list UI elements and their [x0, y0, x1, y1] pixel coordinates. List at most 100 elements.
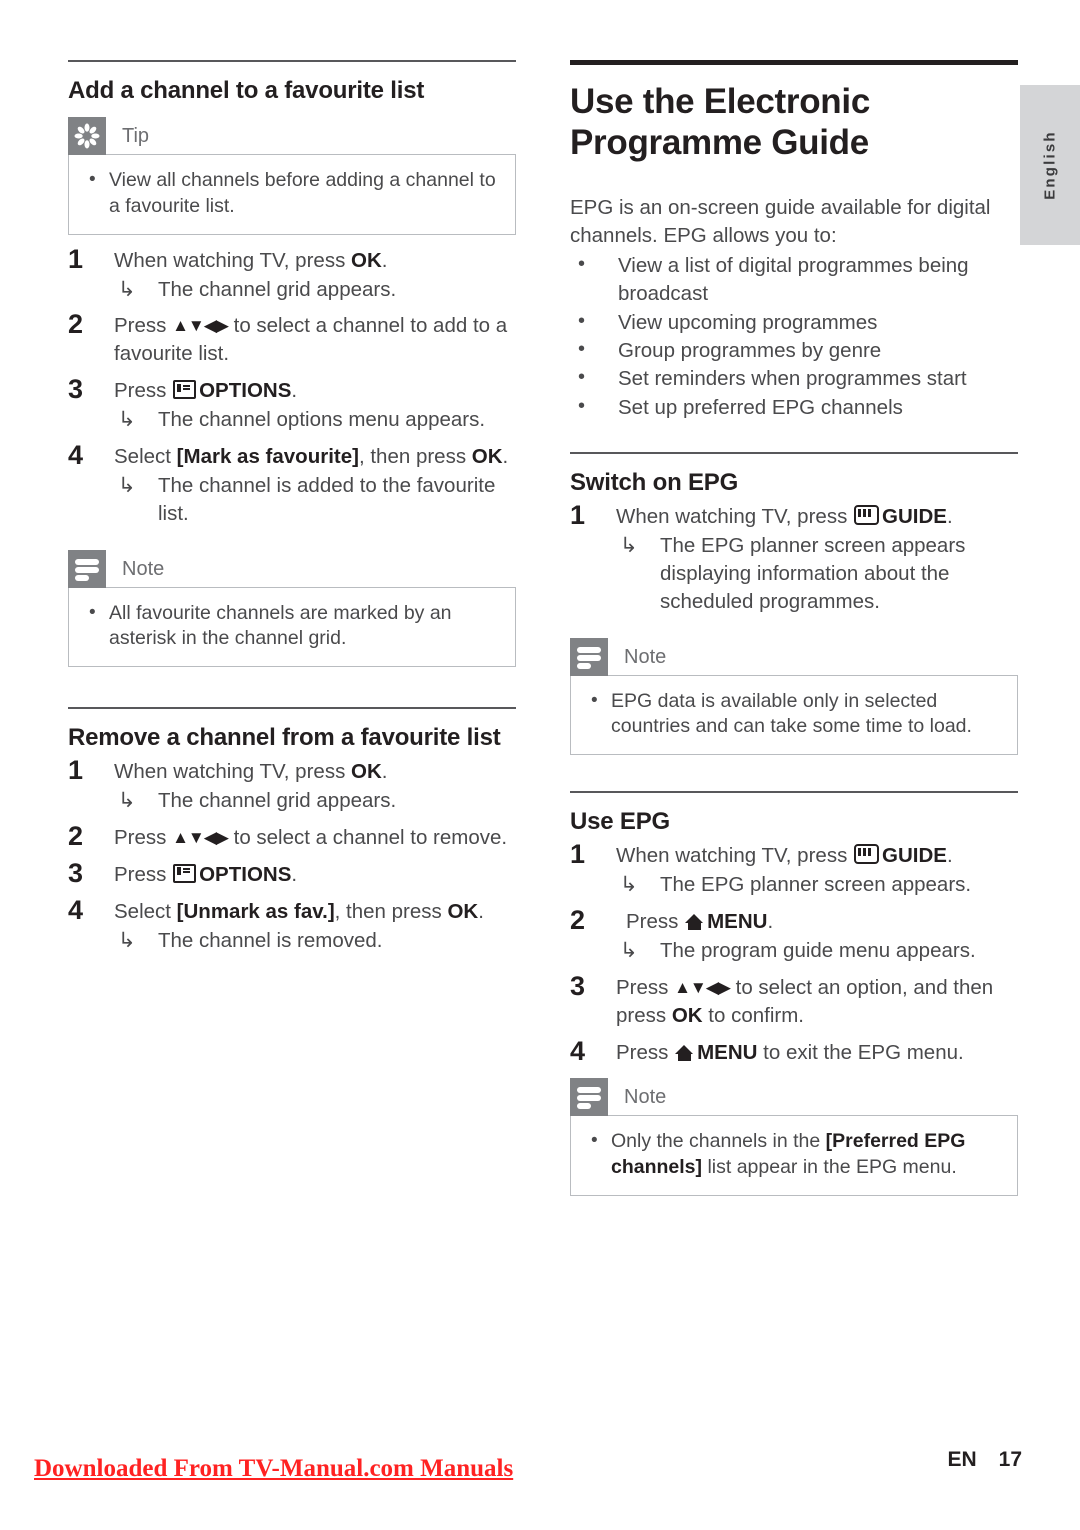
step-text: Press ▲▼◀▶ to select a channel to remove…: [114, 824, 516, 852]
step-item: 3 Press OPTIONS. The channel options men…: [68, 374, 516, 434]
step-result: The channel is removed.: [114, 927, 516, 955]
tip-item: View all channels before adding a channe…: [85, 167, 499, 219]
section-rule: [570, 451, 1018, 454]
step-text-part: .: [767, 910, 774, 934]
step-text-part: , then press: [358, 444, 472, 468]
section-heading-switch-on-epg: Switch on EPG: [570, 468, 739, 496]
note-item: All favourite channels are marked by an …: [85, 600, 499, 652]
steps-remove-favourite: 1 When watching TV, press OK. The channe…: [68, 755, 516, 955]
step-number: 1: [570, 839, 586, 870]
steps-use-epg: 1 When watching TV, press GUIDE. The EPG…: [570, 839, 1018, 1067]
note-lines-icon: [68, 549, 106, 588]
section-heading-remove-favourite: Remove a channel from a favourite list: [68, 724, 501, 752]
step-number: 2: [570, 905, 586, 936]
list-item: View upcoming programmes: [570, 308, 1018, 337]
step-keyword: MENU: [697, 1040, 758, 1064]
list-item: Set up preferred EPG channels: [570, 393, 1018, 422]
step-text-part: When watching TV, press: [616, 505, 854, 529]
chapter-rule: [570, 60, 1018, 65]
step-text-part: to exit the EPG menu.: [757, 1040, 964, 1064]
step-item: 2 Press MENU. The program guide menu app…: [570, 905, 1018, 965]
steps-add-favourite: 1 When watching TV, press OK. The channe…: [68, 244, 516, 528]
note-callout-body: EPG data is available only in selected c…: [570, 674, 1018, 756]
step-keyword: GUIDE: [882, 505, 947, 529]
step-result: The channel is added to the favourite li…: [114, 472, 516, 528]
step-text-part: .: [946, 505, 953, 529]
home-icon: [675, 1044, 694, 1061]
note-callout-header: Note: [570, 637, 1018, 676]
step-text: Press MENU.: [616, 908, 1018, 936]
step-text-part: , then press: [334, 899, 448, 923]
step-text: Press OPTIONS.: [114, 861, 516, 889]
chapter-epg: Use the Electronic Programme Guide EPG i…: [570, 60, 1018, 422]
chapter-intro: EPG is an on-screen guide available for …: [570, 195, 991, 247]
step-text-part: .: [946, 844, 953, 868]
guide-icon: [854, 844, 880, 865]
step-text-part: Press: [114, 862, 173, 886]
step-number: 1: [570, 500, 586, 531]
step-number: 3: [68, 857, 84, 888]
step-text-part: Press: [114, 826, 173, 850]
note-callout: Note Only the channels in the [Preferred…: [570, 1078, 1018, 1196]
tip-callout-body: View all channels before adding a channe…: [68, 154, 516, 235]
step-item: 1 When watching TV, press GUIDE. The EPG…: [570, 500, 1018, 616]
step-keyword: OK: [447, 899, 479, 923]
list-item: Group programmes by genre: [570, 336, 1018, 365]
note-callout: Note All favourite channels are marked b…: [68, 549, 516, 668]
section-add-favourite: Add a channel to a favourite list Tip • …: [68, 60, 516, 668]
step-keyword: OK: [671, 1003, 703, 1027]
step-text-part: Select: [114, 444, 177, 468]
note-callout-body: Only the channels in the [Preferred EPG …: [570, 1115, 1018, 1196]
step-text-part: Press: [626, 910, 685, 934]
steps-switch-on-epg: 1 When watching TV, press GUIDE. The EPG…: [570, 500, 1018, 616]
step-item: 1 When watching TV, press GUIDE. The EPG…: [570, 839, 1018, 899]
language-tab-label: English: [1041, 130, 1059, 200]
step-keyword: OK: [351, 248, 382, 272]
step-keyword: OK: [471, 444, 503, 468]
note-callout-title: Note: [624, 1086, 667, 1109]
step-number: 1: [68, 755, 84, 786]
list-item: View a list of digital programmes being …: [570, 251, 1018, 309]
step-text: When watching TV, press OK.: [114, 247, 516, 275]
step-number: 3: [570, 970, 586, 1001]
options-icon: [173, 863, 197, 883]
step-text-part: Press: [114, 379, 173, 403]
chapter-heading: Use the Electronic Programme Guide: [570, 82, 870, 163]
step-item: 3 Press OPTIONS.: [68, 857, 516, 889]
section-rule: [570, 791, 1018, 794]
step-keyword: OPTIONS: [199, 379, 292, 403]
step-number: 4: [570, 1035, 586, 1066]
step-text-part: When watching TV, press: [114, 760, 352, 784]
step-result: The channel grid appears.: [114, 276, 516, 304]
list-item: Set reminders when programmes start: [570, 364, 1018, 393]
step-text-part: Press: [616, 975, 675, 999]
step-text-part: .: [478, 899, 484, 923]
step-keyword: MENU: [707, 910, 768, 934]
page-folio: EN 17: [947, 1448, 1022, 1472]
tip-asterisk-icon: [68, 117, 106, 156]
section-rule: [68, 60, 516, 62]
step-result: The EPG planner screen appears displayin…: [616, 532, 1018, 616]
step-text-part: Select: [114, 899, 177, 923]
step-text-part: .: [381, 760, 388, 784]
step-text: Press MENU to exit the EPG menu.: [616, 1039, 1018, 1067]
step-item: 4 Select [Unmark as fav.], then press OK…: [68, 895, 516, 955]
navigation-pad-icon: ▲▼◀▶: [172, 316, 229, 336]
step-text-part: .: [291, 379, 298, 403]
download-watermark: Downloaded From TV-Manual.com Manuals: [34, 1455, 514, 1482]
epg-feature-list: View a list of digital programmes being …: [570, 251, 1018, 422]
step-result: The channel options menu appears.: [114, 406, 516, 434]
step-text-part: When watching TV, press: [616, 844, 854, 868]
section-heading-use-epg: Use EPG: [570, 808, 670, 836]
tip-callout-title: Tip: [122, 125, 150, 148]
step-text-part: .: [381, 248, 388, 272]
step-text: When watching TV, press GUIDE.: [616, 503, 1018, 531]
step-text: Select [Mark as favourite], then press O…: [114, 443, 516, 471]
step-text-part: .: [291, 862, 298, 886]
step-menu-option: [Mark as favourite]: [176, 444, 359, 468]
step-text: Select [Unmark as fav.], then press OK.: [114, 898, 516, 926]
navigation-pad-icon: ▲▼◀▶: [172, 828, 229, 848]
step-result: The channel grid appears.: [114, 787, 516, 815]
step-text-part: .: [502, 444, 509, 468]
note-item: Only the channels in the [Preferred EPG …: [587, 1128, 1001, 1180]
